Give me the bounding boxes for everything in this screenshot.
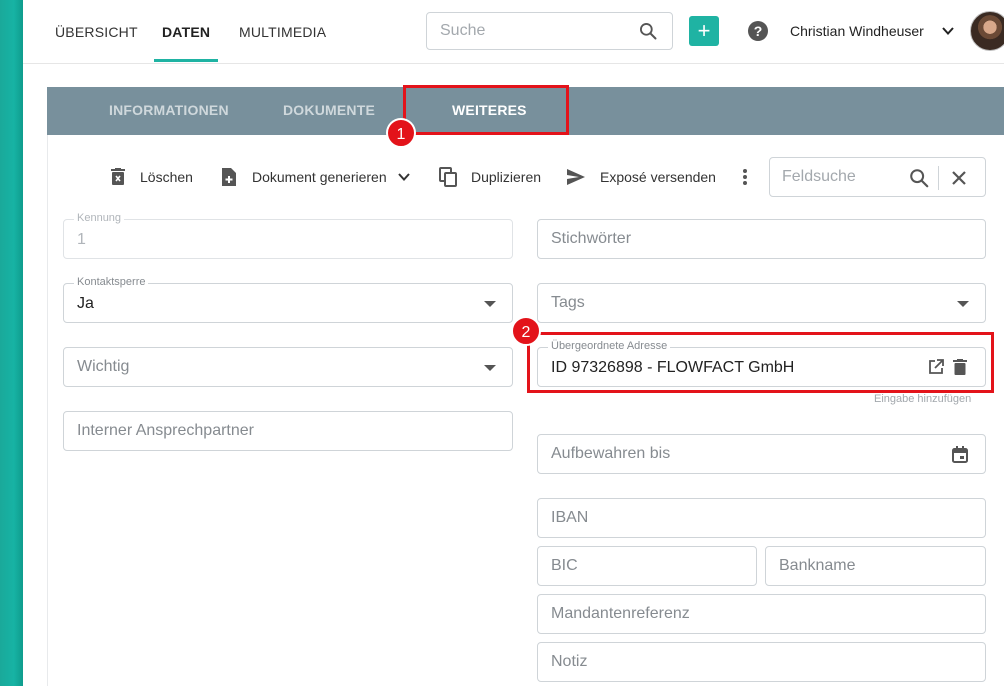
wichtig-placeholder: Wichtig — [77, 358, 130, 375]
send-expose-button[interactable]: Exposé versenden — [566, 160, 716, 194]
trash-x-icon — [111, 168, 125, 185]
tags-select[interactable]: Tags — [537, 283, 986, 323]
aufbewahren-placeholder: Aufbewahren bis — [551, 445, 671, 462]
bic-placeholder: BIC — [551, 557, 578, 574]
delete-button[interactable]: Löschen — [110, 160, 193, 194]
kontaktsperre-label: Kontaktsperre — [74, 276, 149, 288]
aufbewahren-bis-field[interactable]: Aufbewahren bis — [537, 434, 986, 474]
stichwoerter-placeholder: Stichwörter — [551, 230, 632, 247]
mandantenreferenz-placeholder: Mandantenreferenz — [551, 605, 690, 622]
dropdown-arrow-icon — [957, 301, 969, 307]
bankname-placeholder: Bankname — [779, 557, 856, 574]
tab-uebersicht[interactable]: ÜBERSICHT — [55, 0, 138, 62]
dropdown-arrow-icon — [484, 365, 496, 371]
close-icon[interactable] — [950, 169, 968, 187]
more-actions-button[interactable] — [742, 160, 762, 194]
tab-informationen[interactable]: INFORMATIONEN — [109, 87, 229, 135]
duplicate-label: Duplizieren — [471, 169, 542, 185]
kennung-field: Kennung 1 — [63, 212, 513, 259]
generate-document-button[interactable]: Dokument generieren — [220, 160, 411, 194]
annotation-badge-1: 1 — [386, 118, 416, 148]
user-name[interactable]: Christian Windheuser — [790, 0, 924, 62]
chevron-down-icon — [397, 173, 410, 181]
stichwoerter-field[interactable]: Stichwörter — [537, 219, 986, 259]
question-icon[interactable]: ? — [748, 21, 768, 41]
tab-multimedia[interactable]: MULTIMEDIA — [239, 0, 326, 62]
divider — [938, 166, 939, 190]
avatar[interactable] — [970, 11, 1004, 51]
search-input[interactable] — [427, 13, 617, 49]
field-search — [769, 157, 986, 197]
calendar-icon[interactable] — [952, 446, 968, 463]
wichtig-select[interactable]: Wichtig — [63, 347, 513, 387]
tags-placeholder: Tags — [551, 294, 585, 311]
kennung-value: 1 — [77, 231, 86, 248]
bic-field[interactable]: BIC — [537, 546, 757, 586]
annotation-highlight-2 — [527, 332, 994, 393]
duplicate-button[interactable]: Duplizieren — [439, 160, 541, 194]
bankname-field[interactable]: Bankname — [765, 546, 986, 586]
field-search-input[interactable] — [770, 158, 890, 196]
more-vertical-icon — [743, 169, 747, 185]
kennung-label: Kennung — [74, 212, 125, 224]
kontaktsperre-value: Ja — [77, 295, 94, 312]
send-icon — [567, 169, 585, 185]
document-add-icon — [222, 168, 236, 186]
tab-dokumente[interactable]: DOKUMENTE — [283, 87, 375, 135]
global-search — [426, 12, 673, 50]
app-sidebar-strip — [0, 0, 23, 686]
dropdown-arrow-icon — [484, 301, 496, 307]
chevron-down-icon[interactable] — [941, 24, 955, 38]
notiz-placeholder: Notiz — [551, 653, 588, 670]
search-icon[interactable] — [638, 21, 658, 41]
notiz-field[interactable]: Notiz — [537, 642, 986, 682]
tab-daten[interactable]: DATEN — [154, 0, 219, 62]
delete-label: Löschen — [140, 169, 193, 185]
copy-icon — [439, 167, 457, 187]
mandantenreferenz-field[interactable]: Mandantenreferenz — [537, 594, 986, 634]
plus-icon: + — [697, 18, 711, 43]
add-entry-link[interactable]: Eingabe hinzufügen — [874, 393, 971, 405]
send-expose-label: Exposé versenden — [600, 169, 716, 185]
add-button[interactable]: + — [689, 16, 719, 46]
annotation-badge-2: 2 — [511, 316, 541, 346]
ansprechpartner-field[interactable]: Interner Ansprechpartner — [63, 411, 513, 451]
kontaktsperre-select[interactable]: Kontaktsperre Ja — [63, 276, 513, 323]
iban-placeholder: IBAN — [551, 509, 589, 526]
top-navigation-bar: ÜBERSICHT DATEN MULTIMEDIA + ? Christian… — [23, 0, 1004, 64]
iban-field[interactable]: IBAN — [537, 498, 986, 538]
ansprechpartner-placeholder: Interner Ansprechpartner — [77, 422, 254, 439]
annotation-highlight-1 — [403, 85, 569, 135]
generate-document-label: Dokument generieren — [252, 169, 387, 185]
search-icon[interactable] — [908, 167, 930, 189]
